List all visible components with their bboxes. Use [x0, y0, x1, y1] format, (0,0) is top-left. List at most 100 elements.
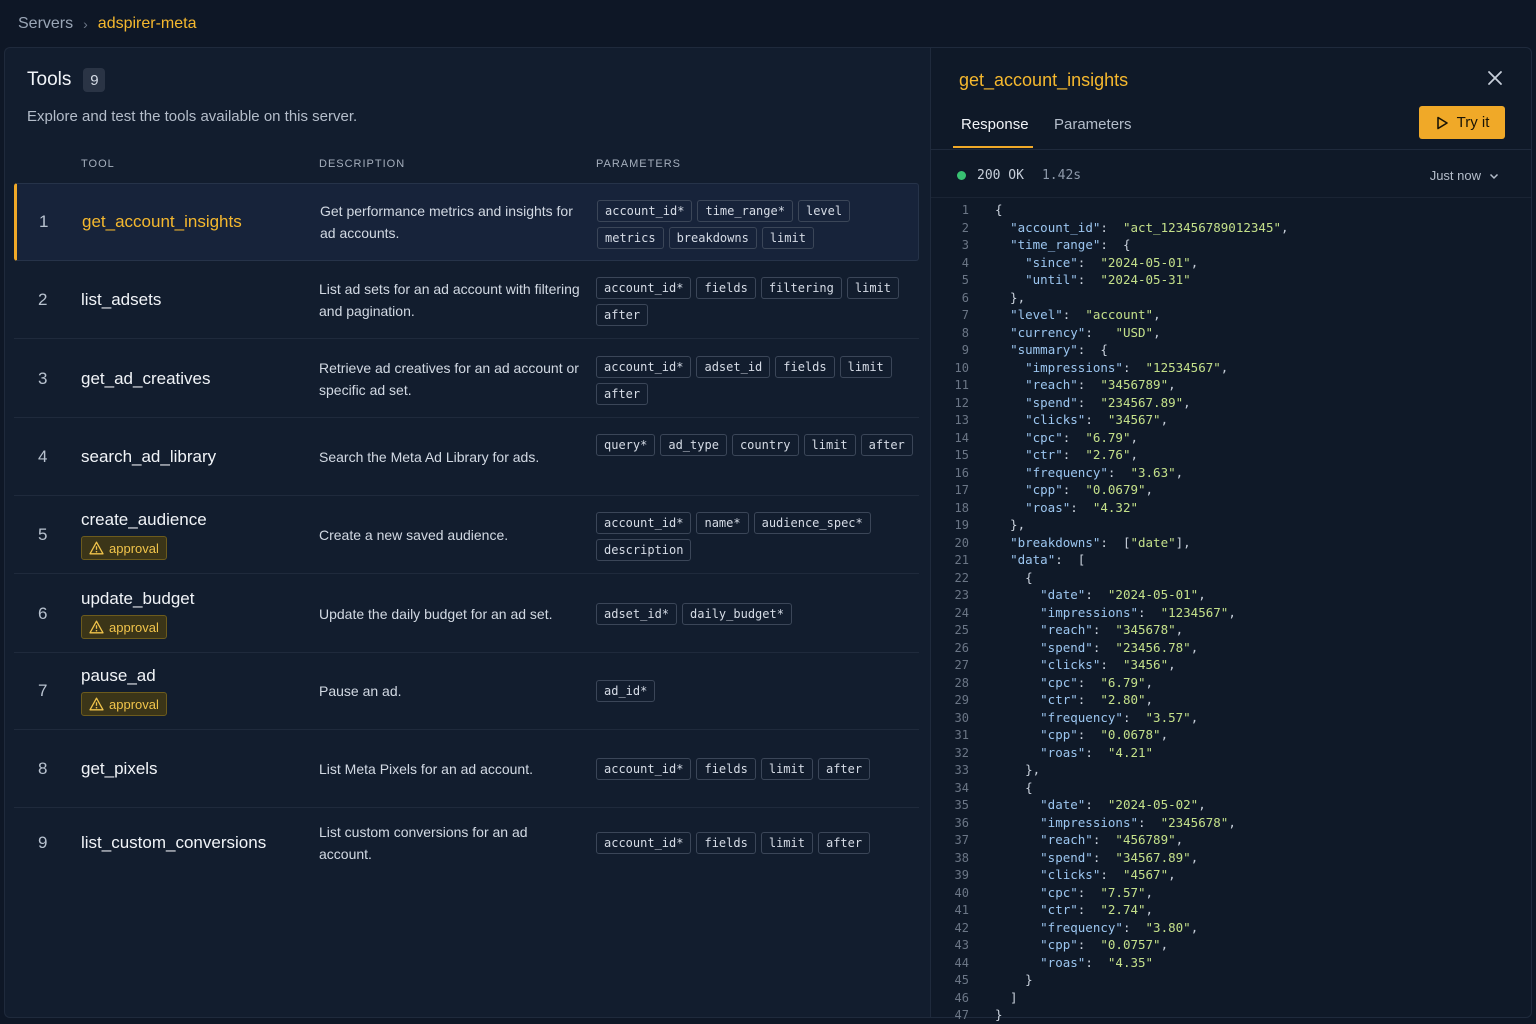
parameter-list: account_id* time_range* level metrics breakd… — [597, 199, 917, 249]
tool-row[interactable]: 3 get_ad_creatives Retrieve ad creatives f… — [14, 340, 919, 418]
warning-icon — [89, 620, 104, 634]
tool-row[interactable]: 8 get_pixels List Meta Pixels for an ad ac… — [14, 730, 919, 808]
tool-name[interactable]: list_adsets — [81, 290, 161, 310]
tool-row[interactable]: 1 get_account_insights Get performance met… — [14, 183, 919, 261]
parameter-chip: account_id* — [597, 199, 693, 222]
code-line: "time_range": { — [1010, 237, 1131, 252]
tools-header: Tools 9 — [27, 68, 106, 92]
line-number: 6 — [961, 290, 969, 305]
parameter-chip: level — [797, 199, 851, 222]
line-number: 27 — [954, 658, 969, 672]
line-number: 10 — [954, 360, 969, 375]
line-number: 7 — [961, 308, 969, 322]
tool-row[interactable]: 5 create_audience approval Create a new sav… — [14, 496, 919, 574]
code-line: "cpp": "0.0678", — [1040, 727, 1169, 742]
tool-name[interactable]: get_account_insights — [82, 212, 242, 232]
tool-name[interactable]: pause_ad — [81, 666, 156, 686]
tool-row[interactable]: 6 update_budget approval Update the daily b… — [14, 575, 919, 653]
tool-name[interactable]: update_budget — [81, 589, 194, 609]
close-icon[interactable] — [1485, 68, 1505, 88]
code-line: "clicks": "34567", — [1025, 412, 1169, 427]
line-number: 3 — [961, 238, 969, 252]
chevron-down-icon — [1489, 173, 1499, 179]
tool-name[interactable]: search_ad_library — [81, 447, 216, 467]
play-icon — [1436, 116, 1448, 129]
parameter-chip: after — [817, 758, 871, 780]
code-line: "date": "2024-05-01", — [1040, 587, 1206, 602]
line-number: 12 — [954, 395, 969, 410]
code-line: }, — [995, 517, 1026, 532]
column-header-parameters: PARAMETERS — [596, 158, 681, 170]
line-number: 35 — [954, 798, 969, 812]
parameter-list: adset_id* daily_budget* — [596, 603, 916, 625]
tool-row[interactable]: 4 search_ad_library Search the Meta Ad Lib… — [14, 418, 919, 496]
warning-icon — [89, 697, 104, 711]
code-line: "currency": "USD", — [1010, 324, 1161, 340]
code-line: "since": "2024-05-01", — [1025, 254, 1199, 270]
line-number: 4 — [961, 255, 969, 270]
tool-name[interactable]: create_audience — [81, 510, 207, 530]
timestamp-dropdown[interactable]: Just now — [1430, 168, 1499, 183]
tool-description: List ad sets for an ad account with filt… — [319, 280, 580, 319]
code-line: "roas": "4.35" — [1040, 954, 1154, 970]
tool-name[interactable]: get_pixels — [81, 759, 158, 779]
parameter-chip: limit — [839, 355, 892, 378]
parameter-chip: adset_id* — [596, 603, 678, 625]
code-line: "reach": "3456789", — [1025, 377, 1176, 392]
tool-row[interactable]: 7 pause_ad approval Pause an ad. ad_id* — [14, 652, 919, 730]
breadcrumb-current: adspirer-meta — [97, 15, 197, 32]
line-number: 9 — [961, 343, 969, 357]
tool-row[interactable]: 9 list_custom_conversions List custom conv… — [14, 804, 919, 882]
tab-parameters[interactable]: Parameters — [1054, 116, 1132, 133]
code-line: "cpc": "7.57", — [1040, 884, 1154, 900]
parameter-chip: fields — [696, 276, 756, 299]
breadcrumb: Servers › adspirer-meta — [18, 12, 197, 36]
line-number: 17 — [954, 483, 969, 497]
parameter-chip: limit — [760, 758, 813, 780]
line-number: 1 — [961, 203, 969, 217]
status-dot-icon — [957, 171, 966, 180]
line-number: 14 — [954, 430, 969, 445]
row-number: 3 — [38, 368, 48, 388]
breadcrumb-servers-link[interactable]: Servers — [18, 15, 73, 33]
code-line: } — [995, 1007, 1003, 1022]
detail-title: get_account_insights — [959, 70, 1129, 90]
approval-label: approval — [109, 540, 159, 556]
parameter-chip: query* — [596, 433, 656, 456]
tools-subtitle: Explore and test the tools available on … — [27, 108, 358, 125]
parameter-chip: description — [596, 538, 692, 561]
divider — [931, 197, 1531, 198]
tool-name[interactable]: get_ad_creatives — [81, 369, 210, 389]
parameter-chip: account_id* — [596, 832, 692, 854]
row-number: 8 — [38, 758, 48, 778]
parameter-list: account_id* fields limit after — [596, 832, 916, 854]
parameter-chip: account_id* — [596, 511, 692, 534]
tab-response[interactable]: Response — [961, 116, 1029, 133]
approval-label: approval — [109, 619, 159, 635]
row-number: 9 — [38, 833, 48, 852]
parameter-chip: breakdowns — [668, 226, 757, 249]
code-line: "spend": "34567.89", — [1040, 849, 1199, 865]
row-number: 5 — [38, 524, 48, 544]
try-it-label: Try it — [1456, 114, 1490, 131]
line-number: 46 — [954, 990, 969, 1005]
line-number: 29 — [954, 693, 969, 707]
code-line: "cpc": "6.79", — [1025, 429, 1139, 445]
parameter-chip: after — [860, 433, 913, 456]
tool-name[interactable]: list_custom_conversions — [81, 833, 266, 853]
chevron-right-icon: › — [83, 16, 88, 32]
column-header-tool: TOOL — [81, 158, 115, 170]
code-line: "clicks": "4567", — [1040, 867, 1176, 882]
line-number: 2 — [961, 220, 969, 235]
status-code: 200 OK — [977, 168, 1024, 183]
code-line: "roas": "4.21" — [1040, 744, 1154, 760]
line-number: 45 — [954, 973, 969, 987]
code-line: "data": [ — [1010, 552, 1086, 567]
code-line: "breakdowns": ["date"], — [1010, 534, 1191, 550]
line-number: 15 — [954, 448, 969, 462]
tool-row[interactable]: 2 list_adsets List ad sets for an ad accou… — [14, 261, 919, 339]
code-line: "impressions": "1234567", — [1040, 604, 1236, 620]
response-duration: 1.42s — [1041, 168, 1082, 183]
try-it-button[interactable]: Try it — [1419, 106, 1505, 139]
timestamp-label: Just now — [1429, 168, 1481, 183]
